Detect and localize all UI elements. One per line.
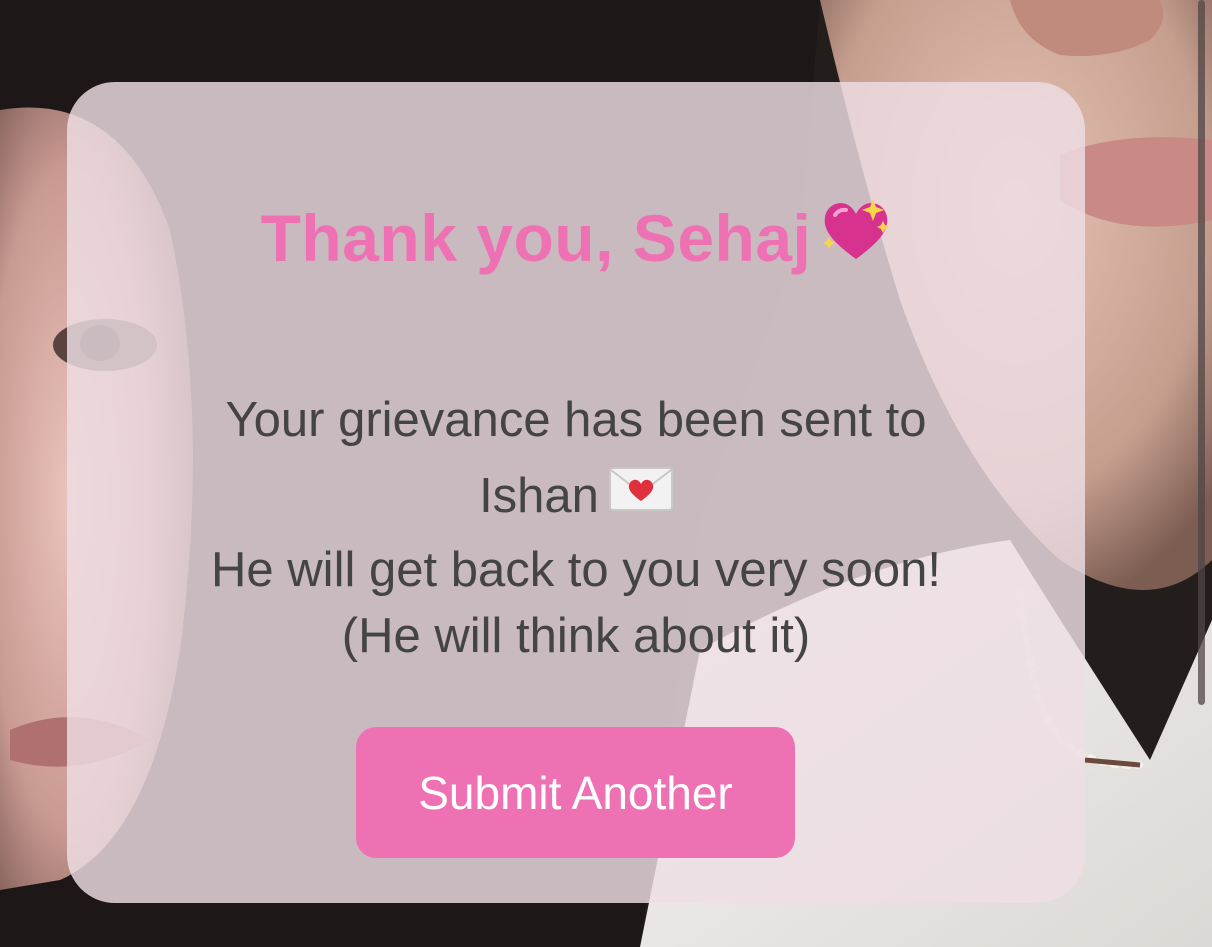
thank-you-title: Thank you, Sehaj [67,197,1085,284]
recipient-name: Ishan [479,469,599,523]
vertical-scrollbar[interactable] [1198,0,1205,705]
confirmation-message: Your grievance has been sent to Ishan He… [67,382,1085,669]
message-line-3: He will get back to you very soon! [211,543,941,598]
love-letter-icon [608,457,673,533]
sparkling-heart-icon [821,197,891,278]
message-line-2: Ishan [67,458,1085,537]
confirmation-card: Thank you, Sehaj Your grievance has been… [67,82,1085,903]
page-viewport: Thank you, Sehaj Your grievance has been… [0,0,1212,947]
submit-another-button[interactable]: Submit Another [356,727,795,858]
message-line-1: Your grievance has been sent to [225,393,927,447]
title-text: Thank you, Sehaj [260,201,812,275]
message-line-4: (He will think about it) [341,609,811,664]
